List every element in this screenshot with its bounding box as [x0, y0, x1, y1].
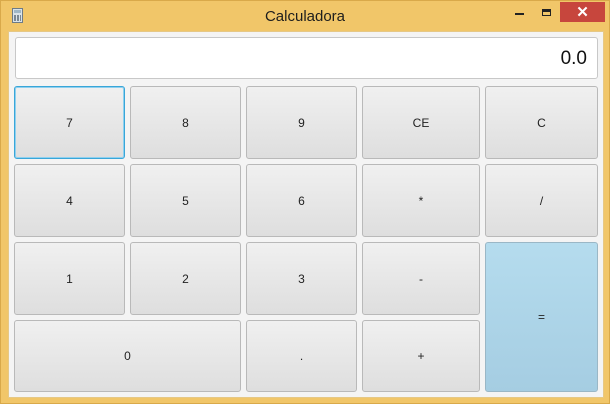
key-9[interactable]: 9: [246, 86, 357, 159]
key-2[interactable]: 2: [130, 242, 241, 315]
calculator-body: 0.0 7 8 9 CE C 4 5 6 * / 1 2 3 - = 0 . +: [8, 31, 604, 398]
maximize-button[interactable]: [533, 2, 559, 22]
result-display[interactable]: 0.0: [15, 37, 598, 79]
add-button[interactable]: +: [362, 320, 480, 392]
multiply-button[interactable]: *: [362, 164, 480, 237]
calculator-window: Calculadora ✕ 0.0 7 8 9 CE C 4 5 6 * / 1…: [0, 0, 610, 404]
title-bar[interactable]: Calculadora ✕: [1, 1, 609, 31]
clear-button[interactable]: C: [485, 86, 598, 159]
key-1[interactable]: 1: [14, 242, 125, 315]
key-3[interactable]: 3: [246, 242, 357, 315]
key-5[interactable]: 5: [130, 164, 241, 237]
key-4[interactable]: 4: [14, 164, 125, 237]
divide-button[interactable]: /: [485, 164, 598, 237]
key-0[interactable]: 0: [14, 320, 241, 392]
minimize-button[interactable]: [506, 2, 532, 22]
key-6[interactable]: 6: [246, 164, 357, 237]
key-8[interactable]: 8: [130, 86, 241, 159]
decimal-point-button[interactable]: .: [246, 320, 357, 392]
clear-entry-button[interactable]: CE: [362, 86, 480, 159]
key-7[interactable]: 7: [14, 86, 125, 159]
close-button[interactable]: ✕: [560, 2, 605, 22]
close-icon: ✕: [576, 4, 589, 21]
subtract-button[interactable]: -: [362, 242, 480, 315]
minimize-icon: [514, 13, 524, 15]
maximize-icon: [541, 8, 551, 16]
equals-button[interactable]: =: [485, 242, 598, 392]
